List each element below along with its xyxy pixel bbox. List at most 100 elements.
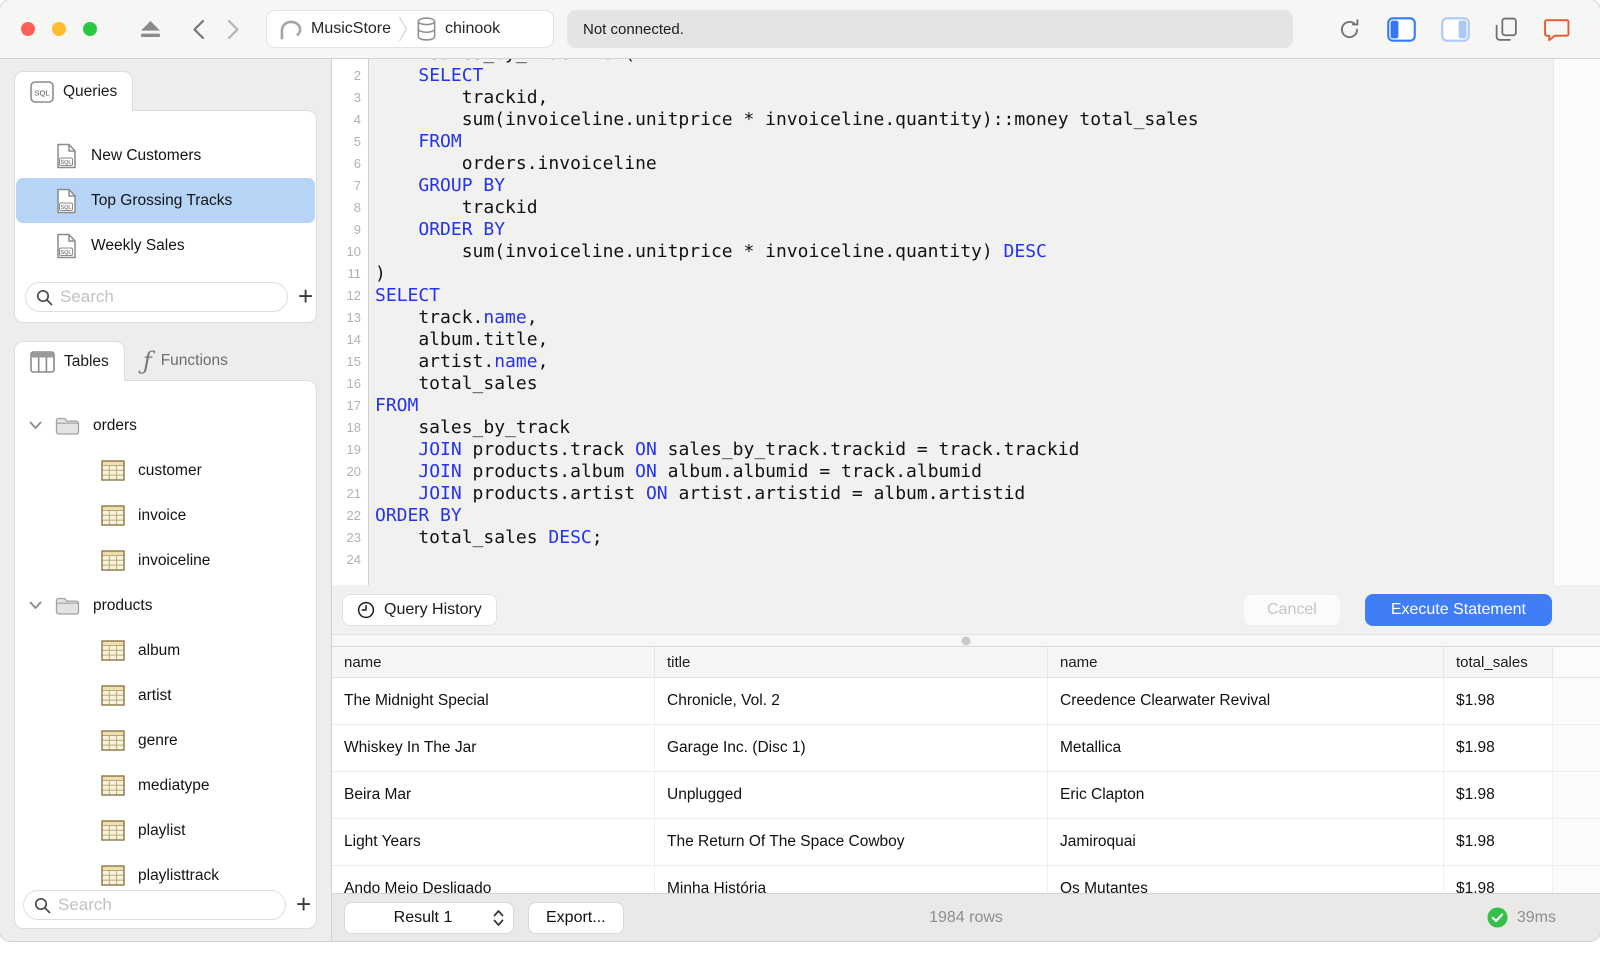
tree-folder-row[interactable]: orders (15, 403, 316, 448)
tree-table-row[interactable]: invoice (15, 493, 316, 538)
code-line: 3 trackid, (332, 87, 1553, 109)
results-cell[interactable]: Eric Clapton (1048, 772, 1444, 818)
table-tree: orders customer invoice invoiceline products… (15, 403, 316, 898)
results-column-header[interactable]: title (655, 647, 1048, 677)
pane-splitter[interactable] (332, 634, 1600, 647)
line-number: 10 (346, 244, 361, 259)
search-icon (36, 289, 53, 305)
tree-table-row[interactable]: customer (15, 448, 316, 493)
results-row[interactable]: The Midnight Special Chronicle, Vol. 2 Cre… (332, 678, 1600, 725)
tree-folder-row[interactable]: products (15, 583, 316, 628)
results-cell[interactable]: Jamiroquai (1048, 819, 1444, 865)
tree-table-row[interactable]: album (15, 628, 316, 673)
results-cell[interactable]: Garage Inc. (Disc 1) (655, 725, 1048, 771)
result-selector[interactable]: Result 1 (344, 901, 514, 934)
code-text: SELECT (418, 65, 484, 86)
chevron-down-icon[interactable] (29, 601, 42, 610)
results-cell[interactable]: Light Years (332, 819, 655, 865)
results-row[interactable]: Whiskey In The Jar Garage Inc. (Disc 1) Me… (332, 725, 1600, 772)
results-cell[interactable]: $1.98 (1444, 725, 1553, 771)
results-header-filler (1553, 647, 1600, 677)
chevron-down-icon[interactable] (29, 421, 42, 430)
results-cell[interactable]: Unplugged (655, 772, 1048, 818)
reload-button[interactable] (1337, 17, 1362, 42)
code-text: album.title, (375, 329, 549, 350)
breadcrumb-database[interactable]: chinook (415, 16, 500, 42)
results-row[interactable]: Ando Meio Desligado Minha História Os Muta… (332, 866, 1600, 893)
close-window-button[interactable] (21, 22, 35, 36)
results-cell[interactable]: Whiskey In The Jar (332, 725, 655, 771)
queries-search-field[interactable] (25, 282, 288, 312)
tree-node-label: playlisttrack (138, 866, 219, 884)
add-query-button[interactable]: + (295, 283, 316, 312)
tree-node-label: artist (138, 686, 172, 704)
execute-statement-button[interactable]: Execute Statement (1364, 593, 1552, 626)
toggle-left-sidebar-button[interactable] (1387, 16, 1416, 42)
results-column-header[interactable]: total_sales (1444, 647, 1553, 677)
minimize-window-button[interactable] (52, 22, 66, 36)
results-row-filler (1553, 819, 1600, 865)
results-cell[interactable]: $1.98 (1444, 819, 1553, 865)
disconnect-eject-button[interactable] (139, 20, 162, 39)
function-icon: ƒ (142, 347, 152, 375)
tree-node-label: invoiceline (138, 551, 211, 569)
breadcrumb-server[interactable]: MusicStore (277, 18, 391, 41)
add-table-button[interactable]: + (293, 891, 314, 920)
app-window: MusicStore chinook Not connected. SQL Qu… (0, 0, 1600, 941)
results-cell[interactable]: Os Mutantes (1048, 866, 1444, 893)
tables-search-field[interactable] (23, 890, 286, 920)
feedback-button[interactable] (1543, 17, 1570, 42)
zoom-window-button[interactable] (83, 22, 97, 36)
results-cell[interactable]: Beira Mar (332, 772, 655, 818)
table-icon (101, 685, 125, 706)
tables-search-input[interactable] (58, 895, 279, 915)
cancel-button[interactable]: Cancel (1243, 593, 1341, 626)
sidebar-right-icon (1441, 16, 1470, 42)
tree-table-row[interactable]: playlist (15, 808, 316, 853)
query-list-item[interactable]: SQL Top Grossing Tracks (16, 178, 315, 223)
results-cell[interactable]: Ando Meio Desligado (332, 866, 655, 893)
results-cell[interactable]: Creedence Clearwater Revival (1048, 678, 1444, 724)
export-button[interactable]: Export... (528, 901, 624, 934)
results-cell[interactable]: Metallica (1048, 725, 1444, 771)
results-cell[interactable]: The Return Of The Space Cowboy (655, 819, 1048, 865)
results-column-header[interactable]: name (332, 647, 655, 677)
tree-table-row[interactable]: mediatype (15, 763, 316, 808)
results-cell[interactable]: $1.98 (1444, 866, 1553, 893)
results-cell[interactable]: $1.98 (1444, 772, 1553, 818)
query-list-item[interactable]: SQL Weekly Sales (16, 223, 315, 268)
results-row[interactable]: Light Years The Return Of The Space Cowbo… (332, 819, 1600, 866)
results-cell[interactable]: The Midnight Special (332, 678, 655, 724)
sql-editor[interactable]: 1WITH sales_by_track AS (2 SELECT3 track… (332, 59, 1600, 585)
tab-tables[interactable]: Tables (14, 341, 125, 381)
svg-text:SQL: SQL (34, 88, 49, 97)
code-line: 9 ORDER BY (332, 219, 1553, 241)
windows-button[interactable] (1495, 17, 1518, 42)
tree-table-row[interactable]: invoiceline (15, 538, 316, 583)
chat-bubble-icon (1544, 18, 1570, 41)
query-list-item[interactable]: SQL New Customers (16, 133, 315, 178)
results-column-header[interactable]: name (1048, 647, 1444, 677)
editor-scrollbar-track[interactable] (1553, 59, 1600, 585)
execution-time-label: 39ms (1516, 908, 1556, 926)
back-button[interactable] (192, 19, 205, 40)
table-icon (101, 460, 125, 481)
tree-node-label: products (93, 596, 153, 614)
tree-table-row[interactable]: genre (15, 718, 316, 763)
results-body: The Midnight Special Chronicle, Vol. 2 Cre… (332, 678, 1600, 893)
results-row[interactable]: Beira Mar Unplugged Eric Clapton $1.98 (332, 772, 1600, 819)
results-cell[interactable]: Chronicle, Vol. 2 (655, 678, 1048, 724)
results-cell[interactable]: $1.98 (1444, 678, 1553, 724)
toggle-right-sidebar-button[interactable] (1441, 16, 1470, 42)
forward-button[interactable] (227, 19, 240, 40)
sql-file-icon: SQL (56, 143, 77, 169)
chevron-right-icon (227, 19, 239, 39)
query-history-button[interactable]: Query History (342, 593, 497, 626)
tab-queries[interactable]: SQL Queries (14, 71, 134, 111)
results-cell[interactable]: Minha História (655, 866, 1048, 893)
tree-table-row[interactable]: artist (15, 673, 316, 718)
tab-functions[interactable]: ƒ Functions (125, 341, 246, 381)
table-icon (101, 820, 125, 841)
splitter-handle-icon[interactable] (961, 636, 971, 645)
queries-search-input[interactable] (60, 287, 281, 307)
